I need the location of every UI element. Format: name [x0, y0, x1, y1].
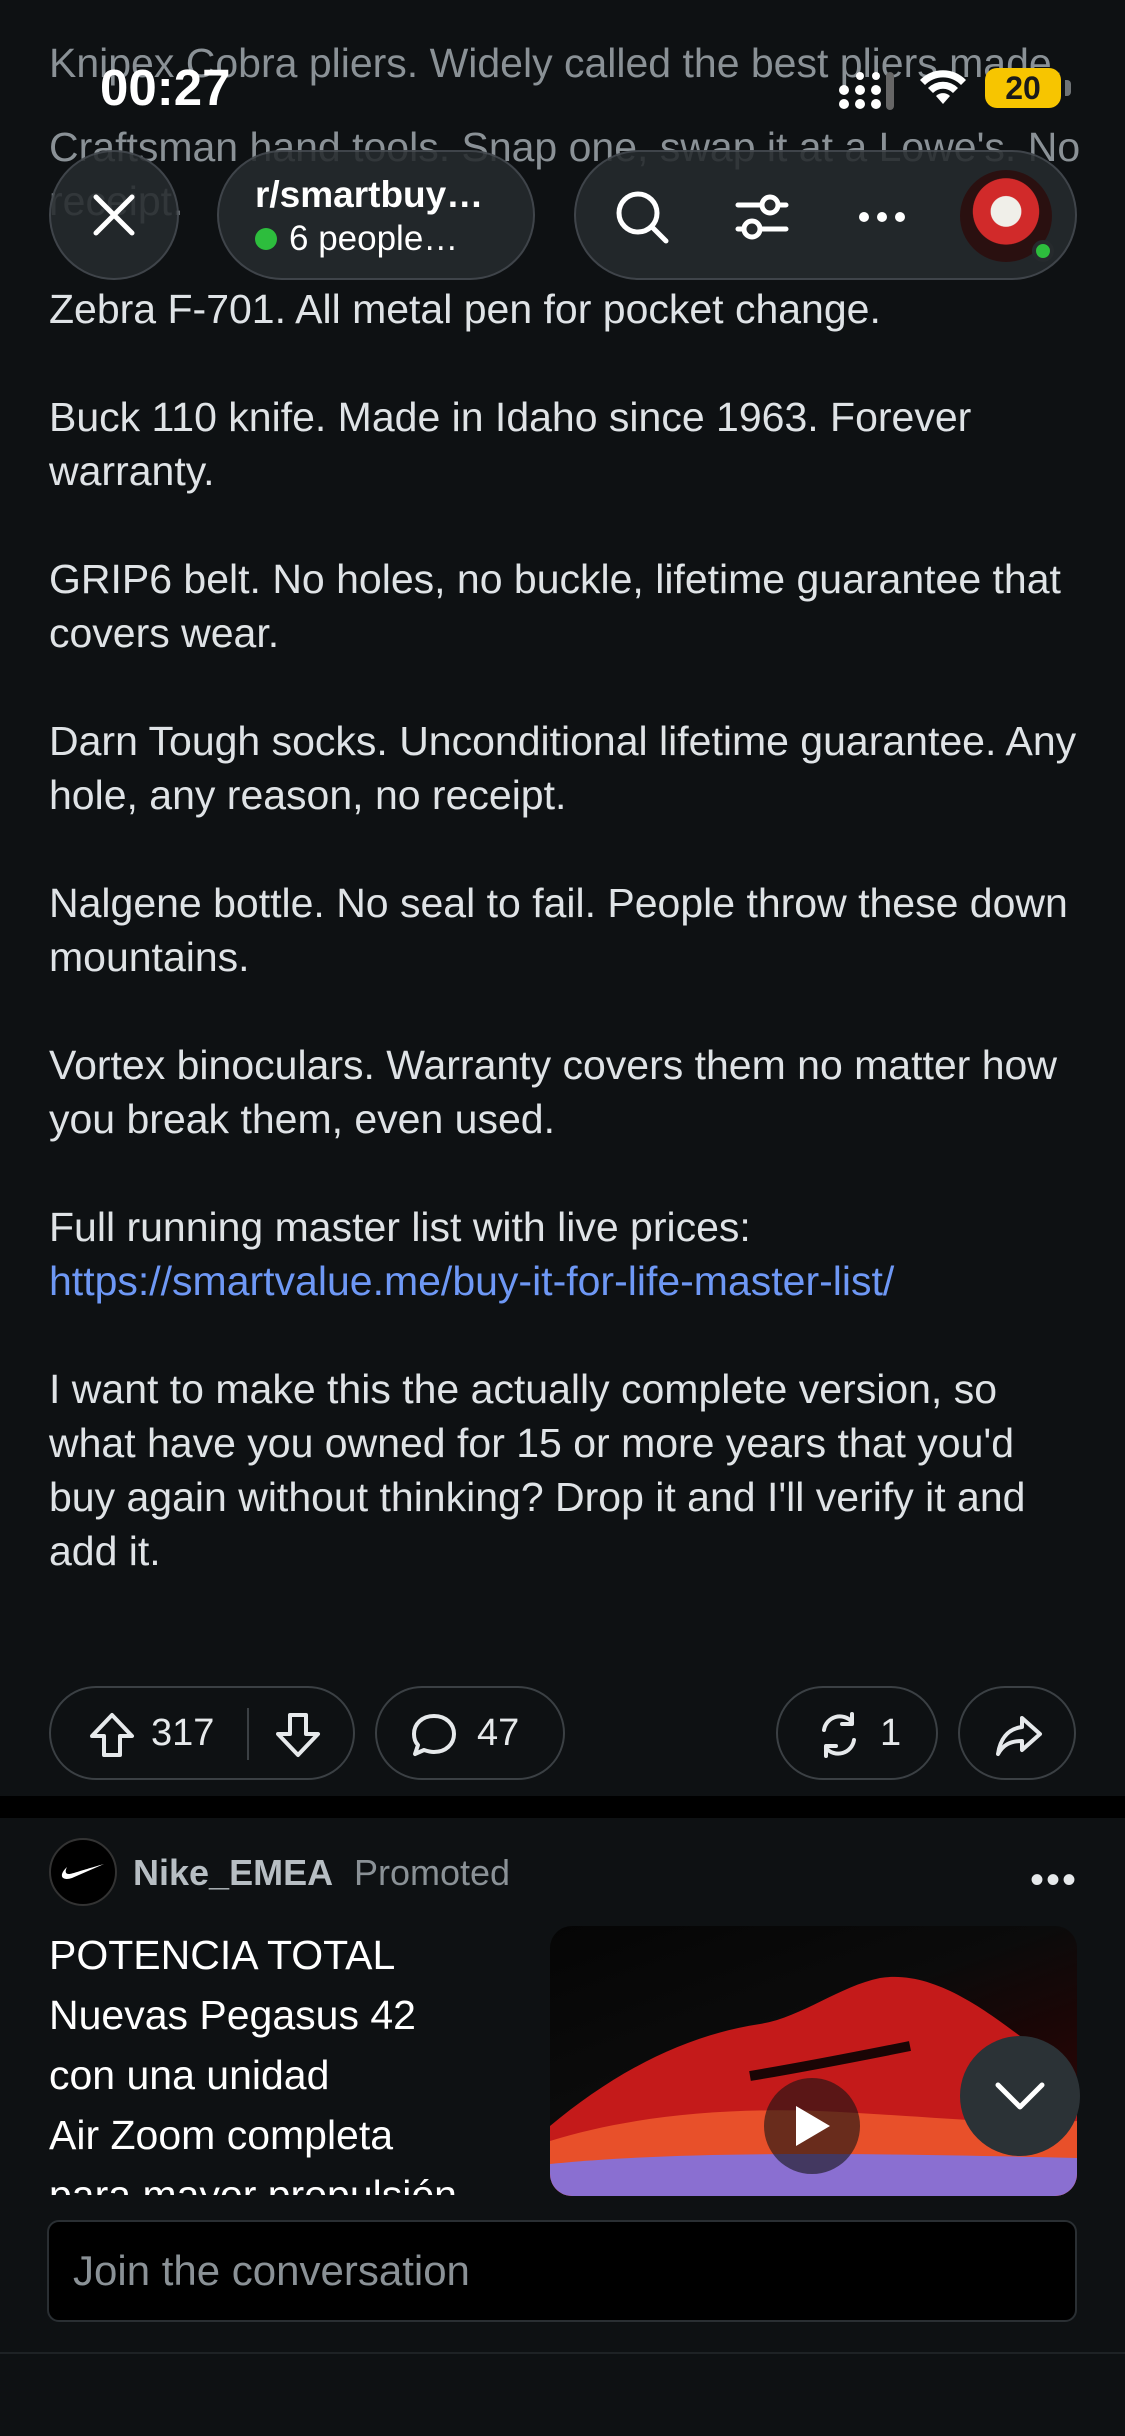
wifi-icon [920, 70, 966, 104]
crosspost-icon [822, 1712, 856, 1758]
comment-icon [412, 1714, 456, 1756]
status-bar: 00:27 20 [0, 0, 1125, 150]
chevron-down-icon [995, 2082, 1045, 2110]
battery-nub [1065, 80, 1071, 96]
link-intro: Full running master list with live price… [49, 1204, 751, 1250]
filter-icon[interactable] [732, 187, 792, 247]
more-options-icon[interactable] [852, 187, 912, 247]
close-icon [93, 194, 135, 236]
ad-text-line: con una unidad [49, 2052, 330, 2098]
close-button[interactable] [49, 150, 179, 280]
ad-more-options-icon[interactable]: ••• [1030, 1858, 1078, 1903]
online-count-text: 6 people… [289, 219, 459, 258]
ad-text-line: Air Zoom completa [49, 2112, 394, 2158]
feed-divider [0, 1796, 1125, 1818]
scroll-down-button[interactable] [960, 2036, 1080, 2156]
comment-input[interactable]: Join the conversation [47, 2220, 1077, 2322]
share-button[interactable] [958, 1686, 1076, 1780]
post-paragraph: GRIP6 belt. No holes, no buckle, lifetim… [49, 556, 1061, 656]
upvote-icon[interactable] [87, 1710, 137, 1760]
search-icon[interactable] [612, 187, 672, 247]
crosspost-button[interactable]: 1 [776, 1686, 938, 1780]
vote-control: 317 [49, 1686, 355, 1780]
ad-text-line: Nuevas Pegasus 42 [49, 1992, 416, 2038]
ad-text-line: para mayor propulsión [49, 2172, 457, 2195]
downvote-icon[interactable] [273, 1710, 323, 1760]
play-icon [796, 2106, 830, 2146]
play-button[interactable] [764, 2078, 860, 2174]
cellular-signal-icon [839, 72, 894, 110]
vote-separator [247, 1708, 249, 1760]
online-count: 6 people… [255, 218, 533, 260]
battery-indicator: 20 [985, 68, 1061, 108]
post-closing: I want to make this the actually complet… [49, 1366, 1026, 1574]
master-list-link[interactable]: https://smartvalue.me/buy-it-for-life-ma… [49, 1258, 894, 1304]
promoted-label: Promoted [354, 1852, 511, 1893]
ad-text-line: POTENCIA TOTAL [49, 1932, 396, 1978]
crosspost-count: 1 [880, 1712, 902, 1754]
share-icon [996, 1716, 1042, 1756]
comments-button[interactable]: 47 [375, 1686, 565, 1780]
post-paragraph: Zebra F-701. All metal pen for pocket ch… [49, 286, 881, 332]
subreddit-name: r/smartbuy… [255, 174, 484, 215]
post-paragraph: Vortex binoculars. Warranty covers them … [49, 1042, 1057, 1142]
online-dot [255, 228, 277, 250]
bottom-divider [0, 2352, 1125, 2354]
advertiser-name[interactable]: Nike_EMEA [133, 1852, 333, 1894]
subreddit-pill[interactable]: r/smartbuy… 6 people… [217, 150, 535, 280]
advertiser-avatar[interactable] [49, 1838, 117, 1906]
post-link-paragraph: Full running master list with live price… [49, 1200, 1089, 1308]
ad-text[interactable]: POTENCIA TOTAL Nuevas Pegasus 42 con una… [49, 1925, 529, 2195]
comment-count: 47 [477, 1712, 520, 1754]
post-paragraph: Darn Tough socks. Unconditional lifetime… [49, 718, 1077, 818]
post-paragraph: Nalgene bottle. No seal to fail. People … [49, 880, 1068, 980]
upvote-count: 317 [151, 1712, 215, 1754]
clock: 00:27 [100, 59, 231, 116]
avatar-online-dot [1032, 240, 1054, 262]
post-paragraph: Buck 110 knife. Made in Idaho since 1963… [49, 394, 972, 494]
nike-swoosh-icon [61, 1864, 104, 1879]
